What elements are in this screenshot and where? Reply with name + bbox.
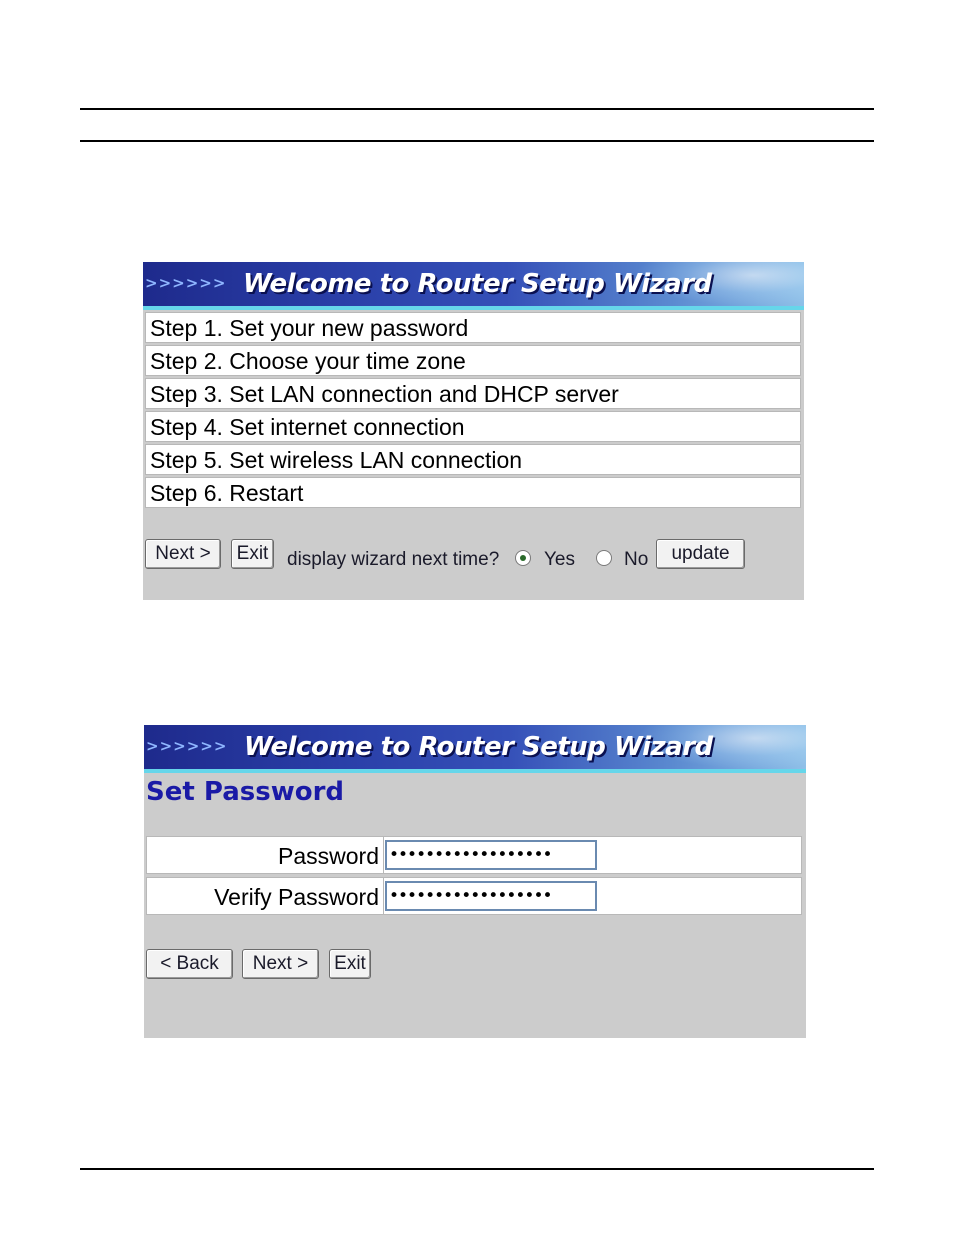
wizard-banner: >>>>>> Welcome to Router Setup Wizard (143, 262, 804, 310)
display-wizard-question: display wizard next time? (287, 549, 500, 570)
step-list: Step 1. Set your new password Step 2. Ch… (145, 312, 801, 510)
verify-password-field[interactable]: •••••••••••••••••• (385, 881, 597, 911)
row-divider (383, 837, 384, 873)
wizard-banner: >>>>>> Welcome to Router Setup Wizard (144, 725, 806, 773)
no-label: No (624, 549, 649, 570)
exit-button[interactable]: Exit (329, 949, 371, 979)
banner-arrows-icon: >>>>>> (146, 737, 228, 755)
verify-password-label: Verify Password (214, 884, 379, 910)
wizard-welcome-panel: >>>>>> Welcome to Router Setup Wizard St… (143, 262, 804, 600)
bottom-rule (80, 1168, 874, 1170)
step-item-5: Step 5. Set wireless LAN connection (145, 444, 801, 475)
step-item-3: Step 3. Set LAN connection and DHCP serv… (145, 378, 801, 409)
banner-title: Welcome to Router Setup Wizard (243, 269, 712, 299)
top-rule-2 (80, 140, 874, 142)
set-password-panel: >>>>>> Welcome to Router Setup Wizard Se… (144, 725, 806, 1038)
banner-title: Welcome to Router Setup Wizard (244, 732, 713, 762)
row-divider (383, 878, 384, 914)
next-button[interactable]: Next > (242, 949, 319, 979)
no-radio[interactable] (596, 550, 612, 566)
yes-radio[interactable] (515, 550, 531, 566)
banner-arrows-icon: >>>>>> (145, 274, 227, 292)
yes-label: Yes (544, 549, 575, 570)
top-rule-1 (80, 108, 874, 110)
next-button[interactable]: Next > (145, 539, 221, 569)
password-row: Password •••••••••••••••••• (146, 836, 802, 874)
set-password-heading: Set Password (146, 777, 345, 807)
update-button[interactable]: update (656, 539, 745, 569)
step-item-2: Step 2. Choose your time zone (145, 345, 801, 376)
step-item-6: Step 6. Restart (145, 477, 801, 508)
back-button[interactable]: < Back (146, 949, 233, 979)
password-field[interactable]: •••••••••••••••••• (385, 840, 597, 870)
step-item-1: Step 1. Set your new password (145, 312, 801, 343)
exit-button[interactable]: Exit (231, 539, 274, 569)
step-item-4: Step 4. Set internet connection (145, 411, 801, 442)
verify-password-row: Verify Password •••••••••••••••••• (146, 877, 802, 915)
password-label: Password (278, 843, 379, 869)
